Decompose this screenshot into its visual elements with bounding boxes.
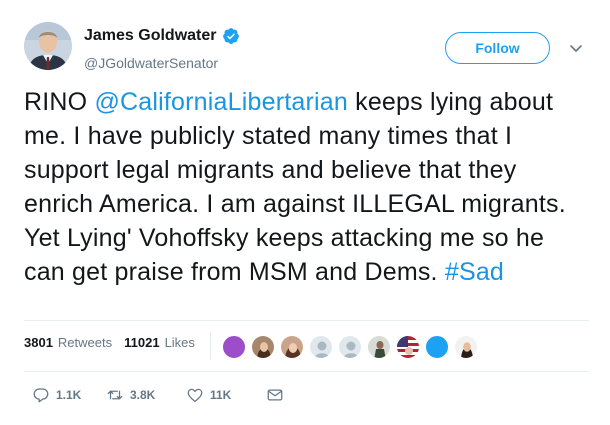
liker-avatar[interactable] [222, 335, 246, 359]
likes-stat-label: Likes [164, 335, 195, 350]
likes-stat[interactable]: 11021 Likes [124, 335, 195, 350]
heart-icon [187, 388, 203, 403]
liker-avatar[interactable] [251, 335, 275, 359]
woman-avatar-icon [252, 336, 274, 358]
follow-button[interactable]: Follow [445, 32, 550, 64]
stats-divider [210, 332, 211, 360]
tweet-body-text: keeps lying about me. I have publicly st… [24, 88, 566, 286]
likes-count: 11021 [124, 335, 160, 350]
reply-count: 1.1K [56, 388, 82, 402]
tweet-stats: 3801 Retweets 11021 Likes [24, 335, 195, 350]
user-avatar-image [24, 22, 72, 70]
display-name[interactable]: James Goldwater [84, 27, 217, 45]
retweet-count: 3.8K [130, 388, 156, 402]
retweets-stat-label: Retweets [57, 335, 113, 350]
flag-avatar-icon [397, 336, 419, 358]
user-avatar[interactable] [24, 22, 72, 70]
divider [24, 320, 589, 321]
tweet-actions: 1.1K 3.8K 11K [0, 386, 610, 406]
woman-avatar-icon [455, 336, 477, 358]
retweets-count: 3801 [24, 335, 53, 350]
liker-avatar[interactable] [454, 335, 478, 359]
person-avatar-icon [368, 336, 390, 358]
chevron-down-icon[interactable] [568, 40, 584, 56]
verified-badge-icon [222, 28, 239, 44]
liker-avatar[interactable] [367, 335, 391, 359]
reply-action[interactable]: 1.1K [32, 386, 81, 404]
liker-avatar[interactable] [338, 335, 362, 359]
liker-avatar[interactable] [396, 335, 420, 359]
like-count: 11K [210, 388, 232, 402]
retweet-icon [107, 390, 123, 400]
user-handle[interactable]: @JGoldwaterSenator [84, 55, 218, 71]
envelope-icon [267, 389, 283, 401]
tweet-lead-text: RINO [24, 88, 95, 116]
user-name-row[interactable]: James Goldwater [84, 27, 240, 45]
woman-avatar-icon [281, 336, 303, 358]
mention-link[interactable]: @CaliforniaLibertarian [94, 88, 348, 116]
liker-avatar[interactable] [425, 335, 449, 359]
default-avatar-icon [310, 336, 332, 358]
message-action[interactable] [266, 386, 284, 404]
tweet-text: RINO @CaliforniaLibertarian keeps lying … [24, 85, 589, 289]
liker-avatar[interactable] [309, 335, 333, 359]
retweet-action[interactable]: 3.8K [106, 386, 155, 404]
reply-icon [33, 388, 49, 403]
liker-avatar[interactable] [280, 335, 304, 359]
like-action[interactable]: 11K [186, 386, 231, 404]
default-avatar-icon [339, 336, 361, 358]
tweet-card: James Goldwater @JGoldwaterSenator Follo… [0, 0, 610, 425]
hashtag-link[interactable]: #Sad [445, 258, 504, 286]
divider [24, 371, 589, 372]
retweets-stat[interactable]: 3801 Retweets [24, 335, 112, 350]
